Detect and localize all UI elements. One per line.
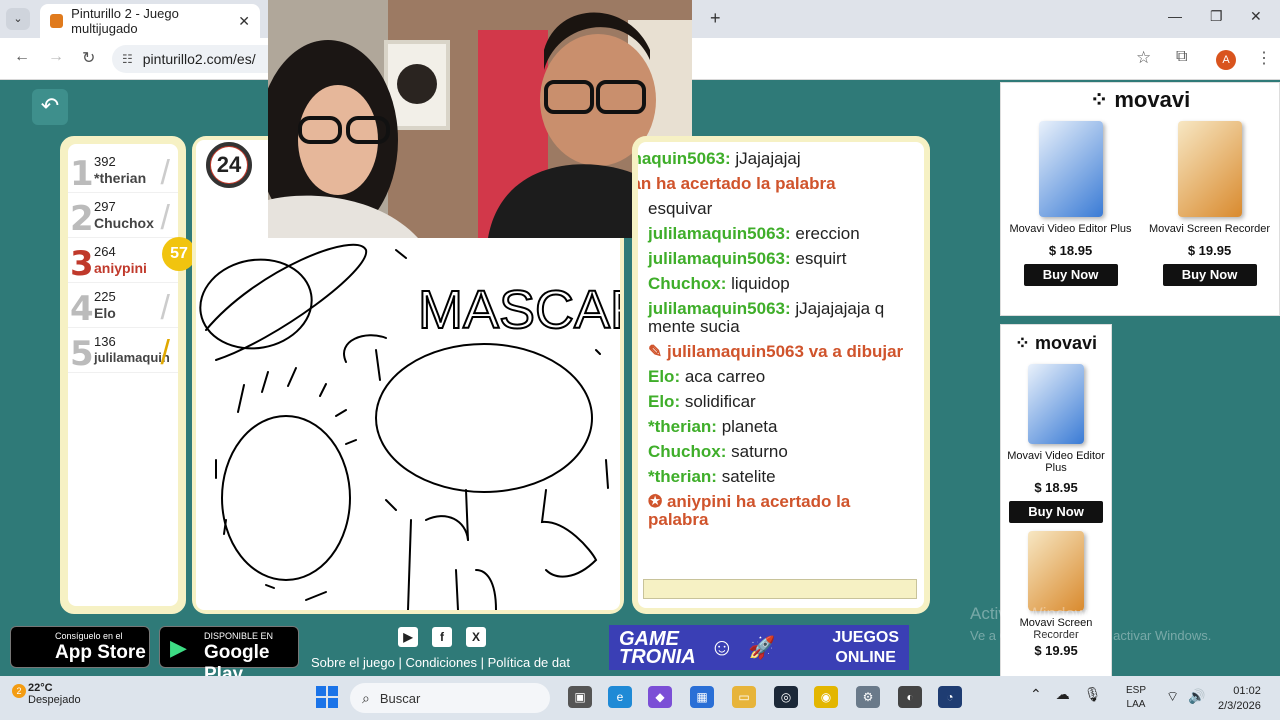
play-icon: ▶ bbox=[170, 635, 187, 660]
chat-message: julilamaquin5063: jJajajajaj bbox=[638, 149, 801, 168]
movavi-logo: ⁘ movavi bbox=[1014, 333, 1098, 353]
app-icon[interactable]: ◐ bbox=[898, 686, 922, 708]
game-character-icon: ☺ bbox=[709, 633, 735, 661]
buy-now-button[interactable]: Buy Now bbox=[1009, 501, 1103, 523]
edge-icon[interactable]: e bbox=[608, 686, 632, 708]
movavi-ad-wide[interactable]: ⁘ movavi Movavi Video Editor Plus $ 18.9… bbox=[1000, 82, 1280, 316]
google-play-badge[interactable]: ▶ DISPONIBLE EN Google Play bbox=[159, 626, 299, 685]
chat-system-message: *therian ha acertado la palabra bbox=[638, 174, 836, 193]
menu-icon[interactable]: ⋮ bbox=[1256, 48, 1272, 68]
video-editor-box-image bbox=[1038, 121, 1103, 217]
youtube-icon[interactable]: ▶ bbox=[398, 627, 418, 647]
chat-message: Chuchox: saturno bbox=[648, 442, 788, 461]
screen-recorder-icon[interactable]: ◔ bbox=[938, 686, 962, 708]
rocket-icon: 🚀 bbox=[748, 634, 776, 660]
x-icon[interactable]: X bbox=[466, 627, 486, 647]
maximize-button[interactable]: ❐ bbox=[1210, 8, 1223, 25]
buy-now-button[interactable]: Buy Now bbox=[1162, 264, 1257, 286]
browser-tab[interactable]: Pinturillo 2 - Juego multijugado ✕ bbox=[40, 4, 260, 38]
store-icon[interactable]: ▦ bbox=[690, 686, 714, 708]
weather-widget[interactable]: 22°C Despejado bbox=[28, 682, 81, 706]
back-icon[interactable]: ← bbox=[14, 48, 30, 66]
steam-icon[interactable]: ◎ bbox=[774, 686, 798, 708]
video-editor-box-image bbox=[1028, 364, 1084, 444]
chat-input[interactable] bbox=[643, 579, 917, 599]
screen-recorder-box-image bbox=[1028, 531, 1084, 611]
success-icon: ✪ bbox=[648, 492, 667, 511]
chat-panel: julilamaquin5063: jJajajajaj *therian ha… bbox=[632, 136, 930, 614]
file-explorer-icon[interactable]: ▭ bbox=[732, 686, 756, 708]
pencil-icon: / bbox=[160, 199, 170, 237]
profile-avatar[interactable]: A bbox=[1216, 50, 1236, 70]
pencil-icon: / bbox=[160, 154, 170, 192]
site-info-icon[interactable]: ☷ bbox=[122, 52, 133, 66]
pencil-icon: / bbox=[160, 334, 170, 372]
players-panel: 1 392 *therian / 2 297 Chuchox / 3 264 a… bbox=[60, 136, 186, 614]
chat-message: julilamaquin5063: ereccion bbox=[648, 224, 860, 243]
wifi-icon[interactable]: ⌔ bbox=[1166, 688, 1179, 706]
weather-icon[interactable]: 2 bbox=[12, 684, 26, 698]
chrome-icon[interactable]: ◉ bbox=[814, 686, 838, 708]
input-language[interactable]: ESP LAA bbox=[1126, 684, 1146, 712]
url-text: pinturillo2.com/es/ bbox=[142, 51, 256, 67]
system-tray: ⌃ ☁ 🎙 bbox=[1030, 686, 1102, 703]
tab-title: Pinturillo 2 - Juego multijugado bbox=[71, 6, 179, 36]
chat-message: esquivar bbox=[648, 199, 713, 218]
app-store-badge[interactable]: Consíguelo en el App Store bbox=[10, 626, 150, 668]
new-tab-button[interactable]: + bbox=[710, 8, 721, 29]
social-links: ▶ f X bbox=[398, 627, 486, 647]
network-icon[interactable]: ☁ bbox=[1056, 686, 1070, 703]
activate-windows-watermark: Activar Windows Ve a Configuración para … bbox=[970, 604, 1212, 643]
player-row: 4 225 Elo / bbox=[68, 283, 178, 329]
taskbar-search[interactable]: ⌕ Buscar bbox=[350, 683, 550, 713]
webcam-image bbox=[268, 0, 692, 238]
player-row: 2 297 Chuchox / bbox=[68, 193, 178, 239]
chat-message: *therian: planeta bbox=[648, 417, 778, 436]
player-row: 3 264 aniypini bbox=[68, 238, 178, 284]
chat-message: Chuchox: liquidop bbox=[648, 274, 790, 293]
start-button[interactable] bbox=[316, 686, 338, 708]
volume-icon[interactable]: 🔊 bbox=[1188, 688, 1205, 705]
chat-log[interactable]: julilamaquin5063: jJajajajaj *therian ha… bbox=[638, 142, 924, 608]
chat-message: *therian: satelite bbox=[648, 467, 776, 486]
pencil-icon: / bbox=[160, 289, 170, 327]
chat-system-message: ✪ aniypini ha acertado la palabra bbox=[648, 492, 851, 529]
canvas-word: MASCARA bbox=[418, 280, 620, 340]
extensions-icon[interactable]: ⧉ bbox=[1176, 48, 1187, 66]
bookmark-star-icon[interactable]: ☆ bbox=[1136, 48, 1151, 68]
webcam-overlay bbox=[268, 0, 692, 238]
screen-recorder-box-image bbox=[1177, 121, 1242, 217]
task-view-icon[interactable]: ▣ bbox=[568, 686, 592, 708]
settings-icon[interactable]: ⚙ bbox=[856, 686, 880, 708]
forward-icon[interactable]: → bbox=[48, 48, 64, 66]
score-badge: 57 bbox=[162, 237, 196, 271]
pencil-icon: ✎ bbox=[648, 342, 667, 361]
exit-game-button[interactable]: ↶ bbox=[32, 89, 68, 125]
minimize-button[interactable]: — bbox=[1168, 8, 1182, 24]
search-icon: ⌕ bbox=[362, 689, 370, 706]
chat-message: julilamaquin5063: esquirt bbox=[648, 249, 847, 268]
footer-links[interactable]: Sobre el juego | Condiciones | Política … bbox=[311, 655, 573, 670]
movavi-logo: ⁘ movavi bbox=[1089, 87, 1191, 112]
chevron-up-icon[interactable]: ⌃ bbox=[1030, 686, 1042, 703]
close-window-button[interactable]: ✕ bbox=[1250, 8, 1262, 25]
chat-message: Elo: aca carreo bbox=[648, 367, 766, 386]
m365-icon[interactable]: ◆ bbox=[648, 686, 672, 708]
chat-message: Elo: solidificar bbox=[648, 392, 756, 411]
facebook-icon[interactable]: f bbox=[432, 627, 452, 647]
address-bar[interactable]: ☷ pinturillo2.com/es/ bbox=[112, 45, 268, 73]
chat-system-message: ✎ julilamaquin5063 va a dibujar bbox=[648, 342, 904, 361]
round-timer: 24 bbox=[206, 142, 252, 188]
taskbar-clock[interactable]: 01:02 2/3/2026 bbox=[1218, 684, 1261, 714]
microphone-icon[interactable]: 🎙 bbox=[1084, 686, 1102, 703]
favicon-icon bbox=[50, 14, 64, 28]
close-tab-icon[interactable]: ✕ bbox=[238, 13, 250, 30]
tab-list-button[interactable]: ⌄ bbox=[6, 8, 30, 30]
chat-message: julilamaquin5063: jJajajajaja q mente su… bbox=[648, 299, 885, 336]
gametronia-banner[interactable]: GAME TRONIA ☺ 🚀 JUEGOS ONLINE bbox=[609, 625, 909, 670]
player-row: 1 392 *therian / bbox=[68, 148, 178, 194]
buy-now-button[interactable]: Buy Now bbox=[1023, 264, 1118, 286]
reload-icon[interactable]: ↻ bbox=[82, 48, 95, 68]
player-row: 5 136 julilamaquin / bbox=[68, 328, 178, 374]
